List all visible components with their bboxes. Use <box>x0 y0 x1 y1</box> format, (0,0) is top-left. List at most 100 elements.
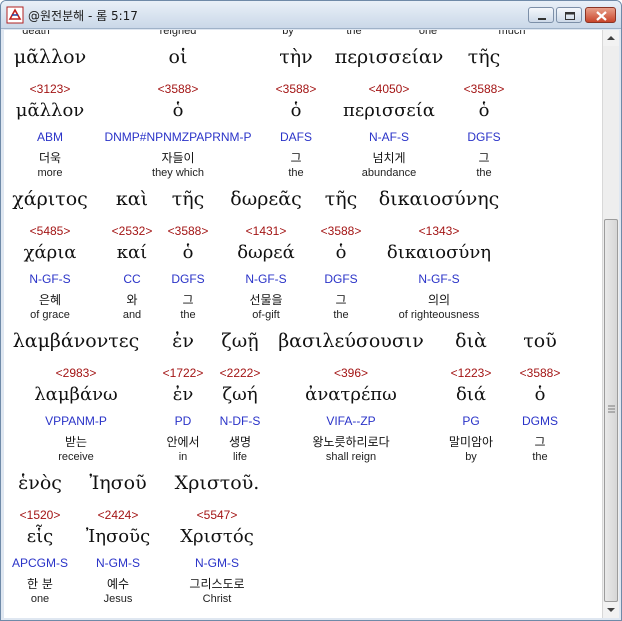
greek-word: ἑνὸς <box>18 472 62 494</box>
english-gloss: one <box>30 593 50 605</box>
vertical-scrollbar[interactable] <box>602 30 619 618</box>
english-gloss: receive <box>58 451 94 463</box>
english-gloss: of grace <box>30 309 70 321</box>
partial-english-gloss: much <box>498 30 526 37</box>
greek-word: Χριστοῦ. <box>174 472 260 494</box>
english-gloss: shall reign <box>325 451 377 463</box>
strong-number-link[interactable]: <1520> <box>20 508 61 522</box>
english-gloss: in <box>178 451 188 463</box>
app-window: @원전분해 - 롬 5:17 death reigned by the one much μ… <box>0 0 622 621</box>
title-bar[interactable]: @원전분해 - 롬 5:17 <box>1 1 621 29</box>
parsing-code: PD <box>174 414 192 428</box>
maximize-icon <box>565 12 575 20</box>
korean-gloss: 자들이 <box>161 151 195 165</box>
korean-gloss: 넘치게 <box>372 151 406 165</box>
parsing-code: N-GM-S <box>96 556 140 570</box>
scroll-down-button[interactable] <box>603 602 619 618</box>
korean-gloss: 그 <box>290 151 302 165</box>
english-gloss: abundance <box>361 167 417 179</box>
korean-gloss: 왕노릇하리로다 <box>312 435 390 449</box>
parsing-code: APCGM-S <box>11 556 69 570</box>
strong-number-link[interactable]: <2532> <box>112 224 153 238</box>
korean-gloss: 그 <box>335 293 347 307</box>
english-gloss: the <box>532 451 548 463</box>
strong-number-link[interactable]: <3588> <box>321 224 362 238</box>
korean-gloss: 와 <box>126 293 138 307</box>
strong-number-link[interactable]: <5547> <box>197 508 238 522</box>
greek-word: ζωῇ <box>221 330 259 352</box>
english-gloss: the <box>180 309 196 321</box>
partial-english-gloss: by <box>282 30 294 37</box>
korean-gloss: 그리스도로 <box>189 577 245 591</box>
greek-lemma: δωρεά <box>237 242 295 263</box>
greek-lemma: ὁ <box>172 100 184 121</box>
greek-lemma: ὁ <box>182 242 194 263</box>
maximize-button[interactable] <box>556 7 582 23</box>
english-gloss: the <box>288 167 304 179</box>
strong-number-link[interactable]: <396> <box>334 366 368 380</box>
strong-number-link[interactable]: <1431> <box>246 224 287 238</box>
strong-number-link[interactable]: <1343> <box>419 224 460 238</box>
greek-word: δικαιοσύνης <box>378 188 500 210</box>
english-gloss: they which <box>152 167 204 179</box>
strong-number-link[interactable]: <3588> <box>276 82 317 96</box>
close-button[interactable] <box>585 7 616 23</box>
partial-english-gloss: reigned <box>159 30 197 37</box>
greek-lemma: δικαιοσύνη <box>386 242 492 263</box>
strong-number-link[interactable]: <4050> <box>369 82 410 96</box>
english-gloss: and <box>122 309 142 321</box>
greek-lemma: ὁ <box>478 100 490 121</box>
partial-english-gloss: death <box>22 30 50 37</box>
strong-number-link[interactable]: <3588> <box>158 82 199 96</box>
english-gloss: by <box>465 451 477 463</box>
korean-gloss: 받는 <box>64 435 88 449</box>
greek-lemma: ζωή <box>222 384 258 405</box>
strong-number-link[interactable]: <1223> <box>451 366 492 380</box>
greek-lemma: ἐν <box>172 384 194 405</box>
greek-lemma: ἀνατρέπω <box>305 384 397 405</box>
parsing-code: DGFS <box>467 130 501 144</box>
greek-lemma: εἷς <box>26 526 54 547</box>
parsing-code: VIFA--ZP <box>326 414 376 428</box>
greek-lemma: ὁ <box>290 100 302 121</box>
scroll-up-button[interactable] <box>603 30 619 46</box>
strong-number-link[interactable]: <1722> <box>163 366 204 380</box>
greek-lemma: λαμβάνω <box>34 384 118 405</box>
korean-gloss: 안에서 <box>166 435 200 449</box>
english-gloss: life <box>232 451 248 463</box>
greek-word: Ἰησοῦ <box>89 472 147 494</box>
greek-word: περισσείαν <box>334 46 444 68</box>
korean-gloss: 그 <box>182 293 194 307</box>
app-logo-icon <box>6 6 24 24</box>
parsing-code: CC <box>123 272 141 286</box>
greek-word: τῆς <box>324 188 358 210</box>
strong-number-link[interactable]: <2424> <box>98 508 139 522</box>
scrollbar-thumb[interactable] <box>604 219 618 602</box>
english-gloss: Jesus <box>103 593 133 605</box>
window-title: @원전분해 - 롬 5:17 <box>28 9 138 23</box>
partial-english-gloss: the <box>346 30 362 37</box>
strong-number-link[interactable]: <3588> <box>520 366 561 380</box>
greek-word: τῆς <box>171 188 205 210</box>
parsing-code: DNMP#NPNMZPAPRNM-P <box>104 130 252 144</box>
greek-word: οἱ <box>168 46 188 68</box>
minimize-button[interactable] <box>528 7 554 23</box>
korean-gloss: 한 분 <box>27 577 53 591</box>
greek-lemma: καί <box>116 242 148 263</box>
korean-gloss: 더욱 <box>38 151 62 165</box>
strong-number-link[interactable]: <3588> <box>464 82 505 96</box>
strong-number-link[interactable]: <3588> <box>168 224 209 238</box>
interlinear-view[interactable]: death reigned by the one much μᾶλλον <3123> μᾶλλ… <box>4 30 602 618</box>
parsing-code: DGFS <box>171 272 205 286</box>
greek-word: λαμβάνοντες <box>12 330 140 352</box>
strong-number-link[interactable]: <5485> <box>30 224 71 238</box>
greek-word: καὶ <box>115 188 149 210</box>
korean-gloss: 그 <box>534 435 546 449</box>
strong-number-link[interactable]: <3123> <box>30 82 71 96</box>
parsing-code: N-DF-S <box>219 414 261 428</box>
strong-number-link[interactable]: <2222> <box>220 366 261 380</box>
strong-number-link[interactable]: <2983> <box>56 366 97 380</box>
greek-lemma: περισσεία <box>343 100 435 121</box>
parsing-code: PG <box>462 414 480 428</box>
parsing-code: DAFS <box>279 130 313 144</box>
